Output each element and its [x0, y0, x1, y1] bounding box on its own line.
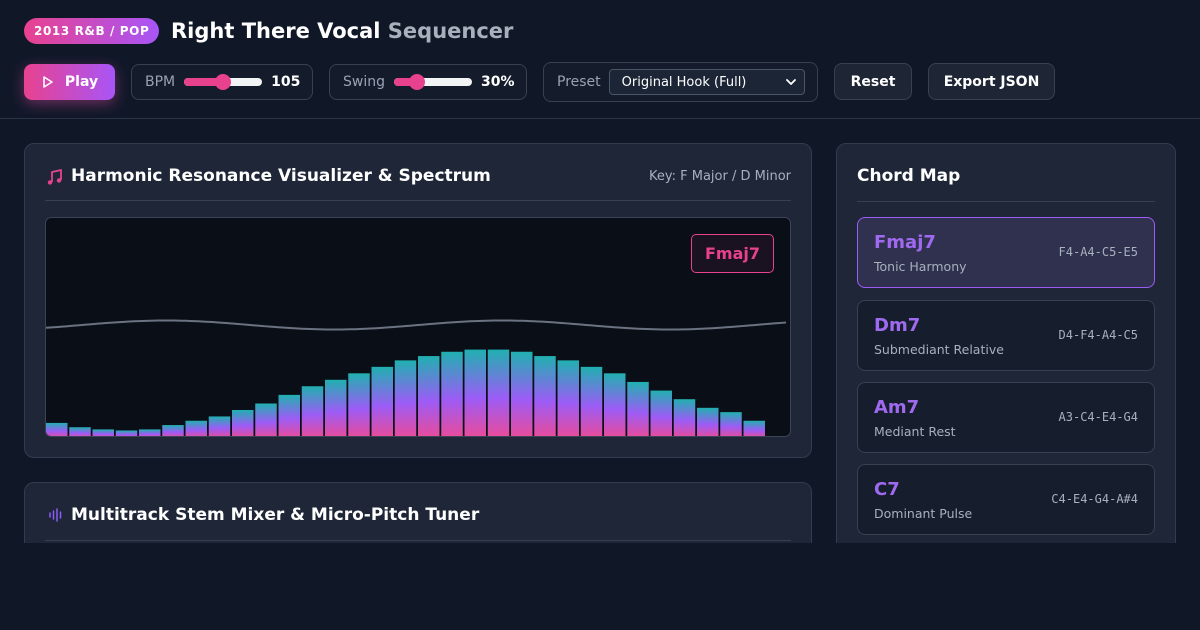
spectrum-bar [92, 429, 114, 436]
chord-notes: D4-F4-A4-C5 [1058, 328, 1138, 342]
chord-card[interactable]: Am7 Mediant Rest A3-C4-E4-G4 [857, 382, 1155, 453]
swing-label: Swing [343, 74, 385, 90]
spectrum-bar [673, 399, 696, 436]
bpm-value: 105 [271, 74, 301, 90]
spectrum-bar [325, 379, 347, 436]
spectrum-bar [232, 409, 254, 436]
spectrum-bar [255, 403, 277, 436]
chord-role: Submediant Relative [874, 342, 1004, 357]
spectrum-bar [650, 390, 672, 436]
waveform-line [46, 319, 787, 331]
panel-divider [45, 540, 791, 541]
play-button[interactable]: Play [24, 64, 115, 100]
chord-role: Tonic Harmony [874, 259, 967, 274]
spectrum-bar [371, 366, 393, 436]
bpm-label: BPM [145, 74, 176, 90]
chord-name: Dm7 [874, 315, 921, 336]
visualizer-panel: Harmonic Resonance Visualizer & Spectrum… [24, 143, 812, 458]
chord-card[interactable]: C7 Dominant Pulse C4-E4-G4-A#4 [857, 464, 1155, 535]
spectrum-bar [743, 420, 765, 436]
app-title: Right There Vocal Sequencer [171, 17, 513, 45]
spectrum-bar [185, 420, 207, 436]
spectrum-bar [394, 360, 417, 436]
audio-bars-icon [49, 508, 62, 522]
spectrum-bar [162, 425, 184, 436]
preset-selected-value: Original Hook (Full) [621, 74, 747, 90]
music-note-icon [47, 169, 62, 185]
chord-name: Am7 [874, 397, 920, 418]
panel-divider [45, 200, 791, 201]
panel-divider [857, 201, 1155, 202]
spectrum-bar [278, 394, 300, 436]
spectrum-bar [464, 349, 486, 436]
app-header: 2013 R&B / POP Right There Vocal Sequenc… [0, 0, 1200, 119]
bpm-control: BPM 105 [131, 64, 313, 100]
swing-slider[interactable] [394, 74, 472, 90]
chord-notes: F4-A4-C5-E5 [1058, 245, 1138, 259]
chevron-down-icon [785, 79, 796, 85]
reset-button[interactable]: Reset [834, 63, 912, 100]
bpm-slider-thumb[interactable] [215, 74, 232, 90]
spectrum-bar [441, 351, 463, 436]
spectrum-bar [115, 430, 138, 436]
genre-badge: 2013 R&B / POP [24, 18, 160, 44]
play-button-label: Play [64, 74, 99, 90]
spectrum-bar [697, 407, 719, 436]
visualizer-title: Harmonic Resonance Visualizer & Spectrum [71, 166, 491, 186]
spectrum-bar [418, 356, 440, 436]
spectrum-bar [487, 349, 510, 436]
chord-notes: C4-E4-G4-A#4 [1051, 492, 1138, 506]
swing-value: 30% [481, 74, 515, 90]
spectrum-bars [46, 349, 765, 436]
app-title-sub: Sequencer [387, 19, 514, 43]
spectrum-bar [46, 422, 68, 436]
chord-role: Dominant Pulse [874, 506, 973, 521]
swing-slider-thumb[interactable] [409, 74, 426, 90]
spectrum-bar [139, 429, 161, 436]
bpm-slider[interactable] [184, 74, 263, 90]
spectrum-bar [580, 366, 603, 436]
preset-label: Preset [557, 74, 601, 90]
swing-control: Swing 30% [329, 64, 527, 100]
chord-card[interactable]: Fmaj7 Tonic Harmony F4-A4-C5-E5 [857, 217, 1155, 288]
chord-map-panel: Chord Map Fmaj7 Tonic Harmony F4-A4-C5-E… [836, 143, 1176, 563]
app-title-main: Right There Vocal [171, 19, 381, 43]
current-chord-chip: Fmaj7 [691, 234, 774, 273]
spectrum-bar [627, 381, 649, 436]
chord-role: Mediant Rest [874, 424, 956, 439]
spectrum-bar [557, 360, 579, 436]
key-label: Key: F Major / D Minor [649, 169, 791, 184]
spectrum-canvas: Fmaj7 [45, 217, 791, 437]
spectrum-bar [69, 427, 91, 436]
chord-card[interactable]: Dm7 Submediant Relative D4-F4-A4-C5 [857, 300, 1155, 371]
preset-control: Preset Original Hook (Full) [543, 62, 818, 102]
mixer-title: Multitrack Stem Mixer & Micro-Pitch Tune… [71, 505, 480, 525]
spectrum-bar [348, 373, 370, 436]
preset-select[interactable]: Original Hook (Full) [608, 69, 805, 95]
export-json-button[interactable]: Export JSON [928, 63, 1055, 100]
chord-name: C7 [874, 479, 900, 500]
spectrum-graph [46, 319, 787, 436]
chord-map-title: Chord Map [857, 166, 961, 186]
spectrum-bar [534, 356, 556, 436]
spectrum-bar [511, 351, 533, 436]
play-icon [43, 76, 53, 88]
chord-name: Fmaj7 [874, 232, 936, 253]
spectrum-bar [301, 386, 324, 436]
spectrum-bar [720, 412, 742, 436]
spectrum-bar [208, 416, 231, 436]
spectrum-bar [604, 373, 626, 436]
viewport-cutoff [0, 543, 1200, 630]
chord-notes: A3-C4-E4-G4 [1058, 410, 1138, 424]
